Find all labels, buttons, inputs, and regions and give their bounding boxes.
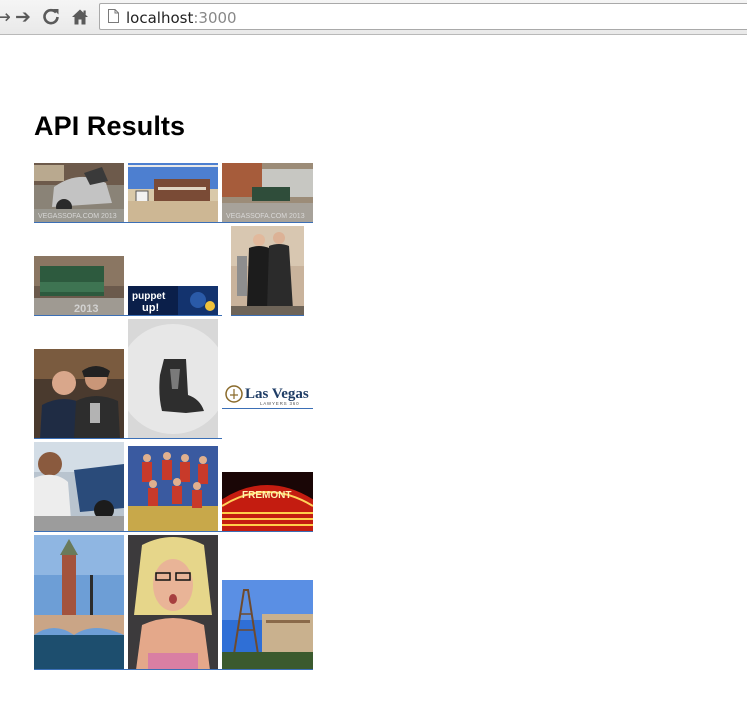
result-image-link[interactable]: Las Vegas LAWYERS 360 bbox=[222, 379, 313, 409]
result-image-link[interactable]: VEGASSOFA.COM 2013 bbox=[34, 163, 124, 223]
couch-by-shed-photo: VEGASSOFA.COM 2013 bbox=[222, 163, 313, 223]
car-accident-photo bbox=[34, 442, 124, 532]
svg-text:VEGASSOFA.COM 2013: VEGASSOFA.COM 2013 bbox=[226, 213, 305, 220]
svg-text:VEGASSOFA.COM 2013: VEGASSOFA.COM 2013 bbox=[38, 213, 117, 220]
link-underline bbox=[124, 438, 128, 439]
forward-arrow-icon[interactable]: ➔ bbox=[12, 6, 34, 28]
result-image-link[interactable]: puppet up! bbox=[128, 286, 218, 316]
couple-portrait-photo bbox=[231, 226, 304, 316]
cowboy-boot-charm-photo bbox=[128, 319, 218, 439]
svg-text:up!: up! bbox=[142, 302, 159, 314]
two-men-event-photo bbox=[34, 349, 124, 439]
svg-text:LAWYERS 360: LAWYERS 360 bbox=[260, 401, 299, 406]
link-underline bbox=[124, 222, 128, 223]
address-url: localhost:3000 bbox=[126, 9, 237, 27]
result-image-link[interactable] bbox=[128, 446, 218, 532]
home-icon[interactable] bbox=[69, 6, 91, 28]
result-image-link[interactable] bbox=[128, 319, 218, 439]
fremont-neon-sign-photo: FREMONT bbox=[222, 472, 313, 532]
blonde-woman-portrait-photo bbox=[128, 535, 218, 670]
page-title: API Results bbox=[34, 111, 186, 141]
paris-eiffel-tower-photo bbox=[222, 580, 313, 670]
result-image-link[interactable] bbox=[222, 580, 313, 670]
address-bar[interactable]: localhost:3000 bbox=[99, 3, 747, 30]
link-underline bbox=[218, 669, 222, 670]
link-underline bbox=[124, 669, 128, 670]
page-icon bbox=[108, 9, 119, 23]
result-image-link[interactable]: FREMONT bbox=[222, 472, 313, 532]
car-parts-photo: VEGASSOFA.COM 2013 bbox=[34, 163, 124, 223]
las-vegas-lawyers-logo: Las Vegas LAWYERS 360 bbox=[222, 379, 313, 409]
link-underline bbox=[218, 222, 222, 223]
result-image-link[interactable]: VEGASSOFA.COM 2013 bbox=[222, 163, 313, 223]
link-underline bbox=[124, 531, 128, 532]
link-underline bbox=[218, 438, 222, 439]
svg-text:Las Vegas: Las Vegas bbox=[245, 386, 309, 402]
result-image-link[interactable] bbox=[128, 163, 218, 223]
result-image-link[interactable] bbox=[231, 226, 304, 316]
venetian-bell-tower-photo bbox=[34, 535, 124, 670]
browser-toolbar: → ➔ localhost:3000 bbox=[0, 0, 747, 35]
link-underline bbox=[124, 315, 128, 316]
svg-text:2013: 2013 bbox=[74, 303, 98, 315]
reload-icon[interactable] bbox=[40, 6, 62, 28]
result-image-link[interactable] bbox=[34, 349, 124, 439]
result-image-link[interactable] bbox=[34, 442, 124, 532]
green-couch-photo: 2013 bbox=[34, 256, 124, 316]
result-image-link[interactable] bbox=[34, 535, 124, 670]
puppet-up-banner-photo: puppet up! bbox=[128, 286, 218, 316]
result-image-link[interactable]: 2013 bbox=[34, 256, 124, 316]
link-underline bbox=[218, 531, 222, 532]
link-underline bbox=[218, 315, 222, 316]
result-image-link[interactable] bbox=[128, 535, 218, 670]
svg-text:puppet: puppet bbox=[132, 291, 166, 302]
motel-building-photo bbox=[128, 163, 218, 223]
svg-text:FREMONT: FREMONT bbox=[242, 490, 291, 501]
cheer-team-photo bbox=[128, 446, 218, 532]
